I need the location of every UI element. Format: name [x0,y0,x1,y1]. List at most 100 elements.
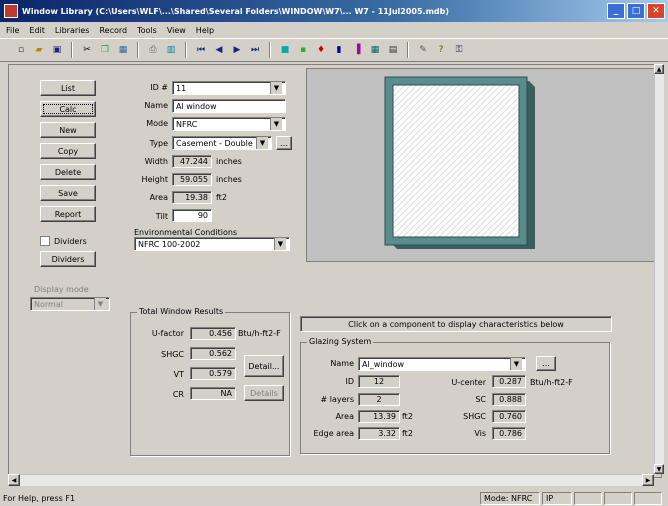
copy-icon[interactable]: ❐ [98,43,112,57]
first-icon[interactable]: ⏮ [194,43,208,57]
status-panel-empty2 [604,491,632,505]
ucenter-unit: Btu/h-ft2-F [530,378,573,387]
dividers-button[interactable]: Dividers [40,251,96,267]
chevron-down-icon: ▼ [510,358,522,370]
new-icon[interactable]: ▫ [14,43,28,57]
menu-help[interactable]: Help [196,26,214,35]
status-mode: Mode: NFRC [480,491,540,505]
vt-label: VT [173,370,184,379]
status-units: IP [542,491,572,505]
menu-libraries[interactable]: Libraries [55,26,90,35]
prev-icon[interactable]: ◀ [212,43,226,57]
id-select[interactable]: 11 ▼ [172,81,286,95]
layers-field: 2 [358,393,400,406]
sc-label: SC [475,395,486,404]
area-label: Area [149,193,168,202]
menu-file[interactable]: File [6,26,19,35]
scroll-down-arrow-icon[interactable]: ▼ [654,464,664,474]
maximize-button[interactable]: □ [627,3,645,19]
window-preview-panel [306,68,662,262]
menu-bar: File Edit Libraries Record Tools View He… [0,23,668,37]
ucenter-label: U-center [451,378,486,387]
menu-tools[interactable]: Tools [137,26,157,35]
save-button[interactable]: Save [40,185,96,201]
glazing-browse-button[interactable]: … [536,356,556,371]
print-icon[interactable]: ⎙ [146,43,160,57]
minimize-button[interactable]: _ [607,3,625,19]
ufactor-field: 0.456 [190,327,236,340]
copy-button[interactable]: Copy [40,143,96,159]
height-unit: inches [216,175,242,184]
type-select[interactable]: Casement - Double ▼ [172,136,272,150]
area-field: 19.38 [172,191,212,204]
layer1-icon[interactable]: ■ [278,43,292,57]
window-title: Window Library (C:\Users\WLF\...\Shared\… [22,6,450,16]
save-icon[interactable]: ▣ [50,43,64,57]
component-hint: Click on a component to display characte… [300,316,612,332]
width-label: Width [144,157,168,166]
list-button[interactable]: List [40,80,96,96]
info-icon[interactable]: ▤ [386,43,400,57]
horizontal-scrollbar[interactable] [8,474,654,486]
layers-label: # layers [320,395,354,404]
key-icon[interactable]: ⚿ [452,43,466,57]
tilt-label: Tilt [155,212,168,221]
sc-field: 0.888 [492,393,526,406]
ucenter-field: 0.287 [492,375,526,388]
menu-record[interactable]: Record [99,26,127,35]
edge-area-label: Edge area [313,429,354,438]
app-icon [4,4,18,18]
id-label: ID # [150,83,168,92]
new-button[interactable]: New [40,122,96,138]
layer2-icon[interactable]: ▪ [296,43,310,57]
delete-button[interactable]: Delete [40,164,96,180]
chevron-down-icon: ▼ [274,238,286,250]
display-mode-label: Display mode [34,285,89,294]
width-unit: inches [216,157,242,166]
cr-label: CR [172,390,184,399]
glazing-area-unit: ft2 [402,412,413,421]
red-icon[interactable]: ♦ [314,43,328,57]
paste-icon[interactable]: ▦ [116,43,130,57]
glazing-title: Glazing System [307,337,374,346]
detail-button[interactable]: Detail... [244,355,284,377]
menu-edit[interactable]: Edit [29,26,45,35]
menu-view[interactable]: View [167,26,186,35]
scroll-left-arrow-icon[interactable]: ◀ [8,474,20,486]
display-mode-select[interactable]: Normal ▼ [30,297,110,311]
blue-icon[interactable]: ▮ [332,43,346,57]
glazing-name-select[interactable]: Al_window ▼ [358,357,526,371]
next-icon[interactable]: ▶ [230,43,244,57]
edge-area-unit: ft2 [402,429,413,438]
calc-button[interactable]: Calc [40,101,96,117]
type-browse-button[interactable]: … [276,136,292,150]
mode-label: Mode [146,119,168,128]
height-field: 59.055 [172,173,212,186]
calc-icon[interactable]: ▥ [164,43,178,57]
report-button[interactable]: Report [40,206,96,222]
help-icon[interactable]: ? [434,43,448,57]
toolbar: ▫ ▰ ▣ ✂ ❐ ▦ ⎙ ▥ ⏮ ◀ ▶ ⏭ ■ ▪ ♦ ▮ ▐ ▦ ▤ ✎ … [0,38,668,62]
glazing-name-label: Name [330,359,354,368]
tools-icon[interactable]: ✎ [416,43,430,57]
chart-icon[interactable]: ▐ [350,43,364,57]
cut-icon[interactable]: ✂ [80,43,94,57]
grid-icon[interactable]: ▦ [368,43,382,57]
last-icon[interactable]: ⏭ [248,43,262,57]
mode-select[interactable]: NFRC ▼ [172,117,286,131]
glazing-id-field: 12 [358,375,400,388]
window-drawing[interactable] [307,69,663,263]
vertical-scrollbar[interactable] [654,64,664,474]
scroll-up-arrow-icon[interactable]: ▲ [654,64,664,74]
scroll-right-arrow-icon[interactable]: ▶ [642,474,654,486]
open-icon[interactable]: ▰ [32,43,46,57]
name-input[interactable]: Al window [172,99,286,113]
tilt-input[interactable]: 90 [172,209,212,222]
close-button[interactable]: ✕ [647,3,665,19]
env-select[interactable]: NFRC 100-2002 ▼ [134,237,290,251]
vt-field: 0.579 [190,367,236,380]
dividers-checkbox[interactable] [40,236,50,246]
shgc-field: 0.562 [190,347,236,360]
vis-label: Vis [474,429,486,438]
status-help-text: For Help, press F1 [3,493,76,503]
